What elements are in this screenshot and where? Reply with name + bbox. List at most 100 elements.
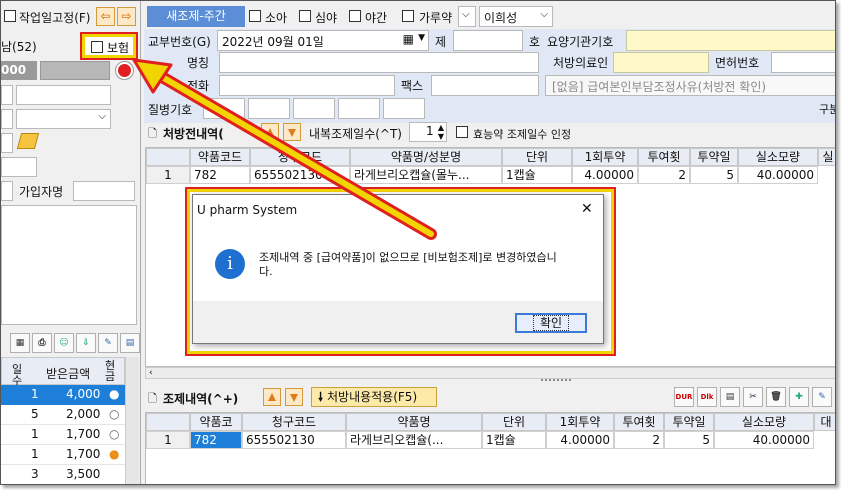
calendar-icon[interactable]: ▦ xyxy=(403,32,414,46)
row-drug-name[interactable]: 라게브리오캡슐(몰누... xyxy=(350,166,502,184)
left-field-2a[interactable] xyxy=(1,109,13,129)
stepper-arrows-icon[interactable]: ▲ ▼ xyxy=(438,123,444,141)
calc-icon[interactable]: ▤ xyxy=(120,333,140,353)
row-claim[interactable]: 655502130 xyxy=(250,166,350,184)
insurance-checkbox[interactable] xyxy=(91,41,103,53)
rx-scroll-left[interactable]: ‹ xyxy=(145,367,835,379)
name-field[interactable] xyxy=(219,52,539,73)
row-total[interactable]: 40.00000 xyxy=(714,431,814,449)
download-icon[interactable]: ⇩ xyxy=(76,333,96,353)
pen-icon[interactable]: ✎ xyxy=(98,333,118,353)
option-checkbox[interactable] xyxy=(402,10,414,22)
col-days: 투약일 xyxy=(690,148,738,166)
row-days[interactable]: 5 xyxy=(690,166,738,184)
gray-field xyxy=(40,61,110,80)
grid-icon[interactable]: ▦ xyxy=(10,333,30,353)
license-field[interactable] xyxy=(771,52,835,73)
internal-days-value: 1 xyxy=(426,124,434,138)
disease-field-1[interactable] xyxy=(203,98,245,119)
prev-arrow-button[interactable]: ⇦ xyxy=(96,7,115,26)
list-row[interactable]: 5 2,000 ○ xyxy=(1,405,125,425)
disease-field-5[interactable] xyxy=(383,98,425,119)
prescription-note[interactable]: [없음] 급여본인부담조정사유(처방전 확인) xyxy=(545,75,835,96)
row-code[interactable]: 782 xyxy=(190,166,250,184)
left-field-1a[interactable] xyxy=(1,85,13,105)
print-icon[interactable]: ⎙ xyxy=(32,333,52,353)
left-memo-area[interactable] xyxy=(1,205,137,325)
row-dose[interactable]: 4.00000 xyxy=(546,431,614,449)
row-total[interactable]: 40.00000 xyxy=(738,166,818,184)
side-label: 기관 xyxy=(147,63,168,76)
list-row[interactable]: 3 3,500 xyxy=(1,465,125,484)
stop-icon[interactable] xyxy=(115,61,134,80)
move-up-button[interactable] xyxy=(261,123,279,141)
col-drug-name: 약품명 xyxy=(346,413,482,431)
je-label: 제 xyxy=(435,35,447,49)
add-icon[interactable]: ✚ xyxy=(789,387,809,407)
list-row[interactable]: 1 1,700 ○ xyxy=(1,425,125,445)
apply-rx-button[interactable]: 🠗 처방내용적용(F5) xyxy=(311,387,437,407)
work-fix-checkbox[interactable] xyxy=(4,10,16,22)
row-unit[interactable]: 1캡슐 xyxy=(482,431,546,449)
insurance-box[interactable]: 보험 xyxy=(80,32,138,60)
phone-field[interactable] xyxy=(219,75,395,96)
dur-icon[interactable]: DUR xyxy=(674,387,694,407)
row-claim[interactable]: 655502130 xyxy=(242,431,346,449)
splitter-grip[interactable] xyxy=(541,379,571,383)
option-checkbox[interactable] xyxy=(249,10,261,22)
row-times[interactable]: 2 xyxy=(614,431,664,449)
row-code[interactable]: 782 xyxy=(190,431,242,449)
date-value: 2022년 09월 01일 xyxy=(222,35,324,49)
left-list-scrollbar[interactable] xyxy=(125,357,139,484)
institution-code-field[interactable] xyxy=(626,30,835,51)
list-row[interactable]: 1 4,000 ● xyxy=(1,385,125,405)
row-unit[interactable]: 1캡슐 xyxy=(502,166,572,184)
powder-dropdown[interactable]: ⌵ xyxy=(458,6,476,27)
option-checkbox[interactable] xyxy=(349,10,361,22)
left-field-4[interactable] xyxy=(1,157,37,177)
row-dose[interactable]: 4.00000 xyxy=(572,166,638,184)
issue-no-field[interactable] xyxy=(453,30,523,51)
left-field-5a[interactable] xyxy=(1,181,13,201)
cut-icon[interactable]: ✂ xyxy=(743,387,763,407)
left-field-3a[interactable] xyxy=(1,133,13,153)
internal-days-stepper[interactable]: 1 ▲ ▼ xyxy=(409,122,447,142)
efficacy-checkbox[interactable] xyxy=(456,126,468,138)
doc-edit-icon[interactable]: ✎ xyxy=(812,387,832,407)
mode-tab[interactable]: 새조제-주간 xyxy=(147,6,245,27)
trash-icon[interactable]: 🗑 xyxy=(766,387,786,407)
list-row[interactable]: 1 1,700 ● xyxy=(1,445,125,465)
left-field-1b[interactable] xyxy=(16,85,111,105)
col-dose: 1회투약 xyxy=(546,413,614,431)
pharmacist-select[interactable]: 이희성 ⌵ xyxy=(479,6,553,27)
fax-field[interactable] xyxy=(431,75,539,96)
row-days: 1 xyxy=(31,447,39,461)
disease-field-4[interactable] xyxy=(338,98,380,119)
date-field[interactable]: 2022년 09월 01일 ▦ ▼ xyxy=(217,30,429,51)
left-dropdown[interactable]: ⌵ xyxy=(16,109,111,129)
row-days[interactable]: 5 xyxy=(664,431,714,449)
chevron-down-icon[interactable]: ▼ xyxy=(418,33,425,43)
dispense-up-button[interactable] xyxy=(263,388,281,406)
calculator-icon[interactable]: ▤ xyxy=(720,387,740,407)
disease-field-2[interactable] xyxy=(248,98,290,119)
internal-days-label: 내복조제일수(^T) xyxy=(309,127,402,141)
prescriber-field[interactable] xyxy=(613,52,709,73)
disease-field-3[interactable] xyxy=(293,98,335,119)
option-checkbox[interactable] xyxy=(299,10,311,22)
close-icon[interactable]: ✕ xyxy=(581,201,593,217)
dispense-down-button[interactable] xyxy=(285,388,303,406)
user-icon[interactable]: ☺ xyxy=(54,333,74,353)
dlk-icon[interactable]: Dlk xyxy=(697,387,717,407)
col-times: 투여횟 xyxy=(614,413,664,431)
row-drug-name[interactable]: 라게브리오캡슐(... xyxy=(346,431,482,449)
circle-icon: ○ xyxy=(109,407,120,421)
ok-button[interactable]: 확인 xyxy=(515,313,587,333)
next-arrow-button[interactable]: ⇨ xyxy=(117,7,136,26)
subscriber-field[interactable] xyxy=(73,181,135,201)
eraser-icon[interactable] xyxy=(16,133,40,149)
insurance-label: 보험 xyxy=(107,41,130,55)
move-down-button[interactable] xyxy=(283,123,301,141)
ok-label: 확인 xyxy=(532,315,570,331)
row-times[interactable]: 2 xyxy=(638,166,690,184)
